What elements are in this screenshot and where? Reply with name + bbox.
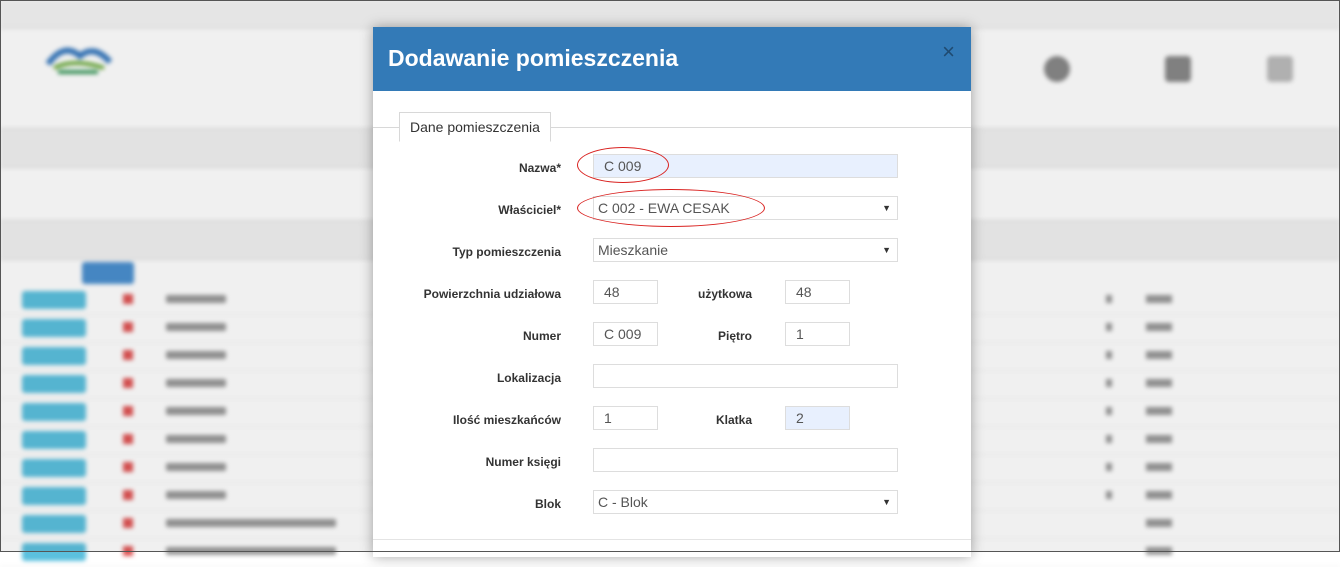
- block-select[interactable]: C - Blok ▼: [593, 490, 898, 514]
- usable-area-input[interactable]: [785, 280, 850, 304]
- close-icon[interactable]: ×: [942, 41, 955, 63]
- name-input[interactable]: [593, 154, 898, 178]
- room-type-select-value: Mieszkanie: [598, 242, 669, 258]
- number-input[interactable]: [593, 322, 658, 346]
- land-register-input[interactable]: [593, 448, 898, 472]
- room-type-select[interactable]: Mieszkanie ▼: [593, 238, 898, 262]
- location-label: Lokalizacja: [496, 371, 561, 385]
- tab-room-data[interactable]: Dane pomieszczenia: [399, 112, 551, 142]
- modal-footer-divider: [373, 539, 971, 540]
- residents-label: Ilość mieszkańców: [452, 413, 561, 427]
- chevron-down-icon: ▼: [882, 203, 891, 213]
- floor-input[interactable]: [785, 322, 850, 346]
- residents-input[interactable]: [593, 406, 658, 430]
- staircase-input[interactable]: [785, 406, 850, 430]
- usable-area-label: użytkowa: [697, 287, 752, 301]
- block-label: Blok: [534, 497, 561, 511]
- name-label: Nazwa*: [518, 161, 561, 175]
- add-room-modal: Dodawanie pomieszczenia × Dane pomieszcz…: [373, 27, 971, 557]
- number-label: Numer: [522, 329, 561, 343]
- owner-label: Właściciel*: [498, 203, 561, 217]
- staircase-label: Klatka: [715, 413, 752, 427]
- share-area-label: Powierzchnia udziałowa: [423, 287, 561, 301]
- owner-select-value: C 002 - EWA CESAK: [598, 200, 730, 216]
- location-input[interactable]: [593, 364, 898, 388]
- land-register-label: Numer księgi: [485, 455, 561, 469]
- floor-label: Piętro: [717, 329, 752, 343]
- modal-header: Dodawanie pomieszczenia ×: [373, 27, 971, 91]
- share-area-input[interactable]: [593, 280, 658, 304]
- modal-title: Dodawanie pomieszczenia: [388, 45, 679, 71]
- room-type-label: Typ pomieszczenia: [452, 245, 561, 259]
- block-select-value: C - Blok: [598, 494, 648, 510]
- chevron-down-icon: ▼: [882, 497, 891, 507]
- owner-select[interactable]: C 002 - EWA CESAK ▼: [593, 196, 898, 220]
- chevron-down-icon: ▼: [882, 245, 891, 255]
